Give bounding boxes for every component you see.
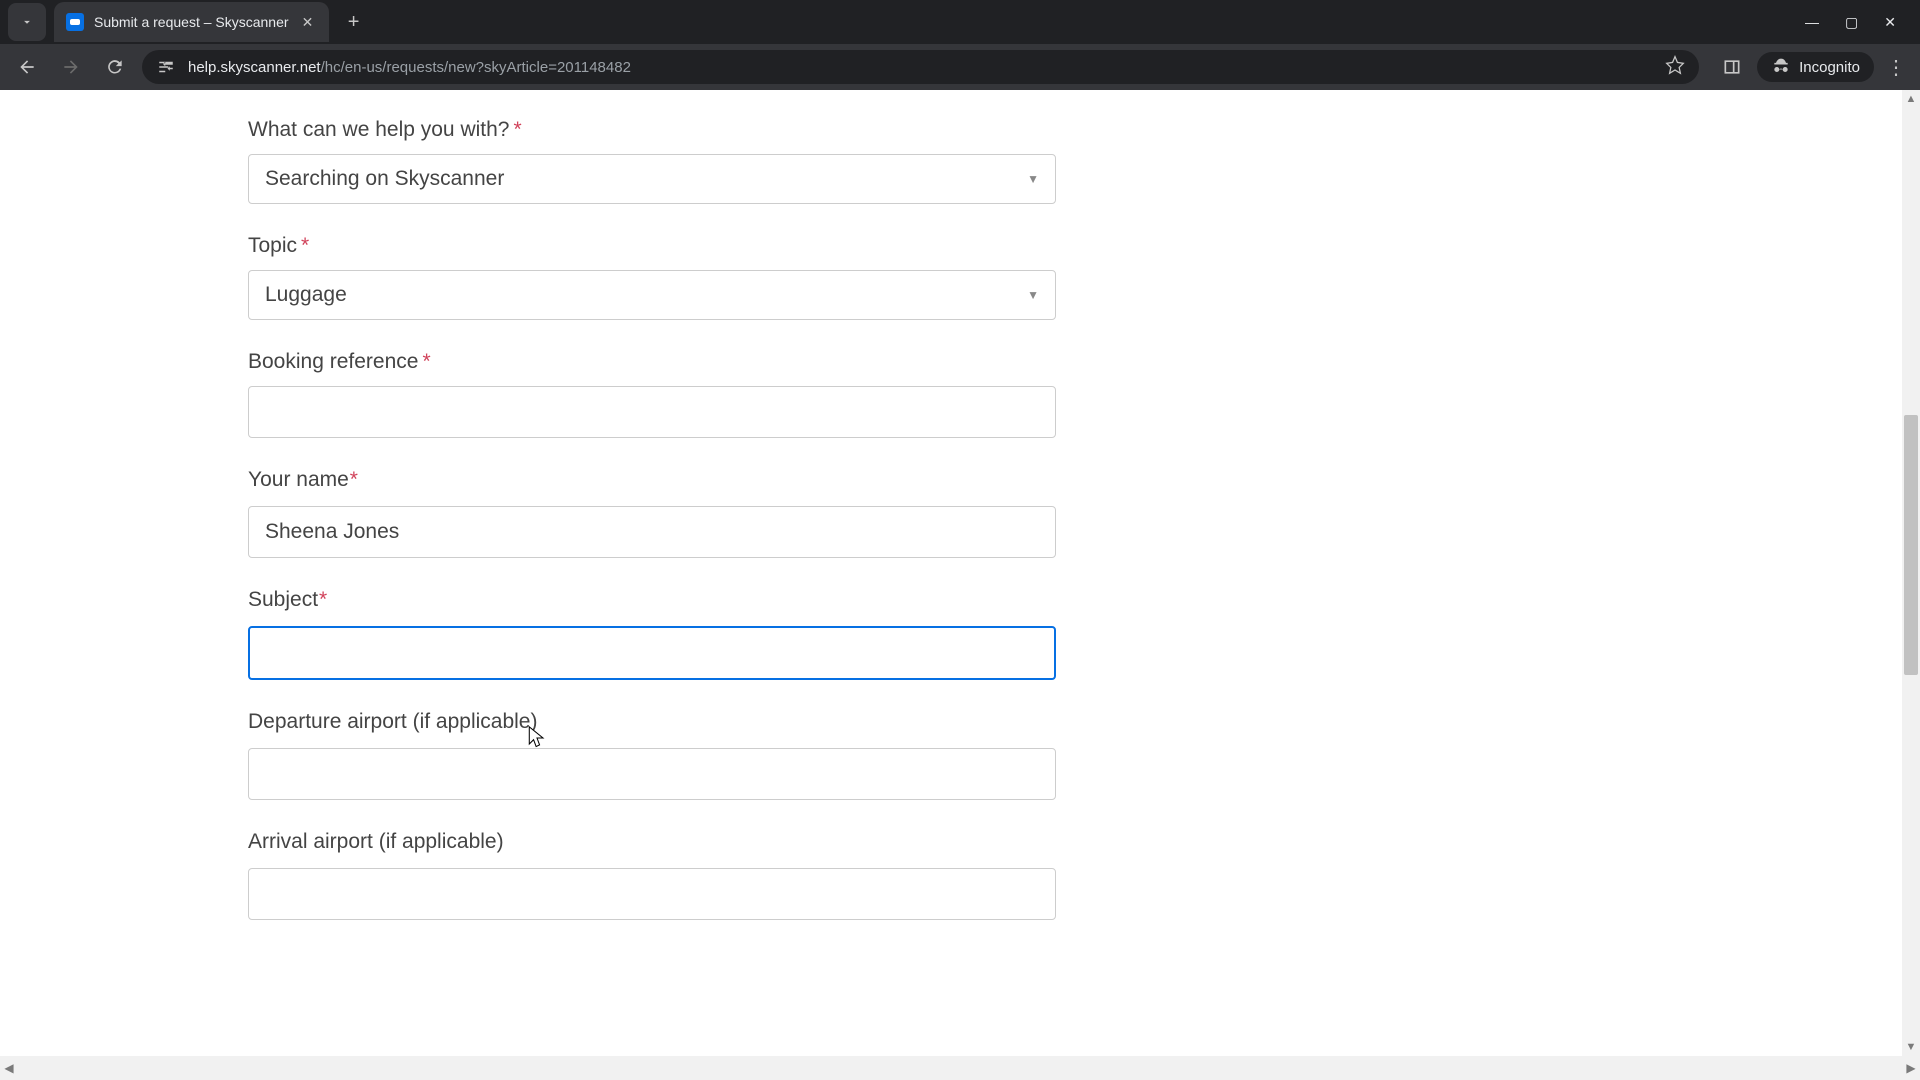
tab-bar: Submit a request – Skyscanner ✕ + — ▢ ✕ — [0, 0, 1920, 44]
scroll-up-button[interactable]: ▲ — [1902, 90, 1920, 108]
field-your-name: Your name* — [248, 468, 1060, 558]
window-controls: — ▢ ✕ — [1805, 14, 1912, 31]
departure-airport-input[interactable] — [248, 748, 1056, 800]
close-window-button[interactable]: ✕ — [1884, 14, 1896, 31]
reload-button[interactable] — [98, 50, 132, 84]
back-button[interactable] — [10, 50, 44, 84]
arrival-airport-label: Arrival airport (if applicable) — [248, 830, 1060, 854]
field-topic: Topic* Luggage ▼ — [248, 234, 1060, 320]
scrollbar-thumb[interactable] — [1904, 415, 1918, 675]
omnibox[interactable]: help.skyscanner.net/hc/en-us/requests/ne… — [142, 50, 1699, 84]
toolbar-right: Incognito ⋮ — [1709, 50, 1910, 84]
incognito-icon — [1771, 57, 1791, 77]
vertical-scrollbar[interactable]: ▲ ▼ — [1902, 90, 1920, 1056]
maximize-button[interactable]: ▢ — [1845, 14, 1858, 31]
page-content: What can we help you with?* Searching on… — [0, 90, 1920, 1056]
horizontal-scrollbar[interactable]: ◀ ▶ — [0, 1056, 1920, 1080]
arrow-right-icon — [61, 57, 81, 77]
booking-ref-label: Booking reference* — [248, 350, 1060, 374]
arrow-left-icon — [17, 57, 37, 77]
scroll-right-button[interactable]: ▶ — [1902, 1056, 1920, 1080]
chevron-down-icon: ▼ — [1027, 288, 1039, 302]
side-panel-icon — [1722, 57, 1742, 77]
url-domain: help.skyscanner.net — [188, 59, 321, 76]
subject-input[interactable] — [248, 626, 1056, 680]
hscroll-track[interactable] — [18, 1056, 1920, 1080]
field-arrival-airport: Arrival airport (if applicable) — [248, 830, 1060, 920]
minimize-button[interactable]: — — [1805, 14, 1819, 31]
star-icon — [1665, 55, 1685, 75]
close-tab-button[interactable]: ✕ — [299, 14, 317, 31]
help-with-select[interactable]: Searching on Skyscanner ▼ — [248, 154, 1056, 204]
field-subject: Subject* — [248, 588, 1060, 680]
topic-select[interactable]: Luggage ▼ — [248, 270, 1056, 320]
chevron-down-icon — [20, 15, 34, 29]
arrival-airport-input[interactable] — [248, 868, 1056, 920]
subject-label: Subject* — [248, 588, 1060, 612]
scroll-down-button[interactable]: ▼ — [1902, 1038, 1920, 1056]
incognito-label: Incognito — [1799, 59, 1860, 76]
scrollbar-track[interactable] — [1902, 108, 1920, 1038]
your-name-input[interactable] — [248, 506, 1056, 558]
skyscanner-favicon-icon — [66, 13, 84, 31]
url-path: /hc/en-us/requests/new?skyArticle=201148… — [321, 59, 631, 76]
chevron-down-icon: ▼ — [1027, 172, 1039, 186]
tab-title: Submit a request – Skyscanner — [94, 14, 289, 30]
browser-tab[interactable]: Submit a request – Skyscanner ✕ — [54, 2, 329, 42]
booking-ref-input[interactable] — [248, 386, 1056, 438]
help-with-value: Searching on Skyscanner — [265, 167, 504, 191]
field-booking-reference: Booking reference* — [248, 350, 1060, 438]
browser-chrome: Submit a request – Skyscanner ✕ + — ▢ ✕ … — [0, 0, 1920, 90]
url-text: help.skyscanner.net/hc/en-us/requests/ne… — [188, 59, 1653, 76]
your-name-label: Your name* — [248, 468, 1060, 492]
field-help-with: What can we help you with?* Searching on… — [248, 118, 1060, 204]
tab-search-button[interactable] — [8, 3, 46, 41]
topic-value: Luggage — [265, 283, 347, 307]
request-form: What can we help you with?* Searching on… — [0, 90, 1060, 990]
bookmark-button[interactable] — [1665, 55, 1685, 80]
tune-icon — [157, 58, 175, 76]
new-tab-button[interactable]: + — [339, 7, 369, 37]
topic-label: Topic* — [248, 234, 1060, 258]
address-bar: help.skyscanner.net/hc/en-us/requests/ne… — [0, 44, 1920, 90]
forward-button[interactable] — [54, 50, 88, 84]
help-with-label: What can we help you with?* — [248, 118, 1060, 142]
departure-airport-label: Departure airport (if applicable) — [248, 710, 1060, 734]
field-departure-airport: Departure airport (if applicable) — [248, 710, 1060, 800]
browser-menu-button[interactable]: ⋮ — [1882, 50, 1910, 84]
site-info-button[interactable] — [156, 57, 176, 77]
scroll-left-button[interactable]: ◀ — [0, 1056, 18, 1080]
reload-icon — [105, 57, 125, 77]
side-panel-button[interactable] — [1715, 50, 1749, 84]
incognito-chip[interactable]: Incognito — [1757, 52, 1874, 82]
page-viewport: What can we help you with?* Searching on… — [0, 90, 1920, 1056]
